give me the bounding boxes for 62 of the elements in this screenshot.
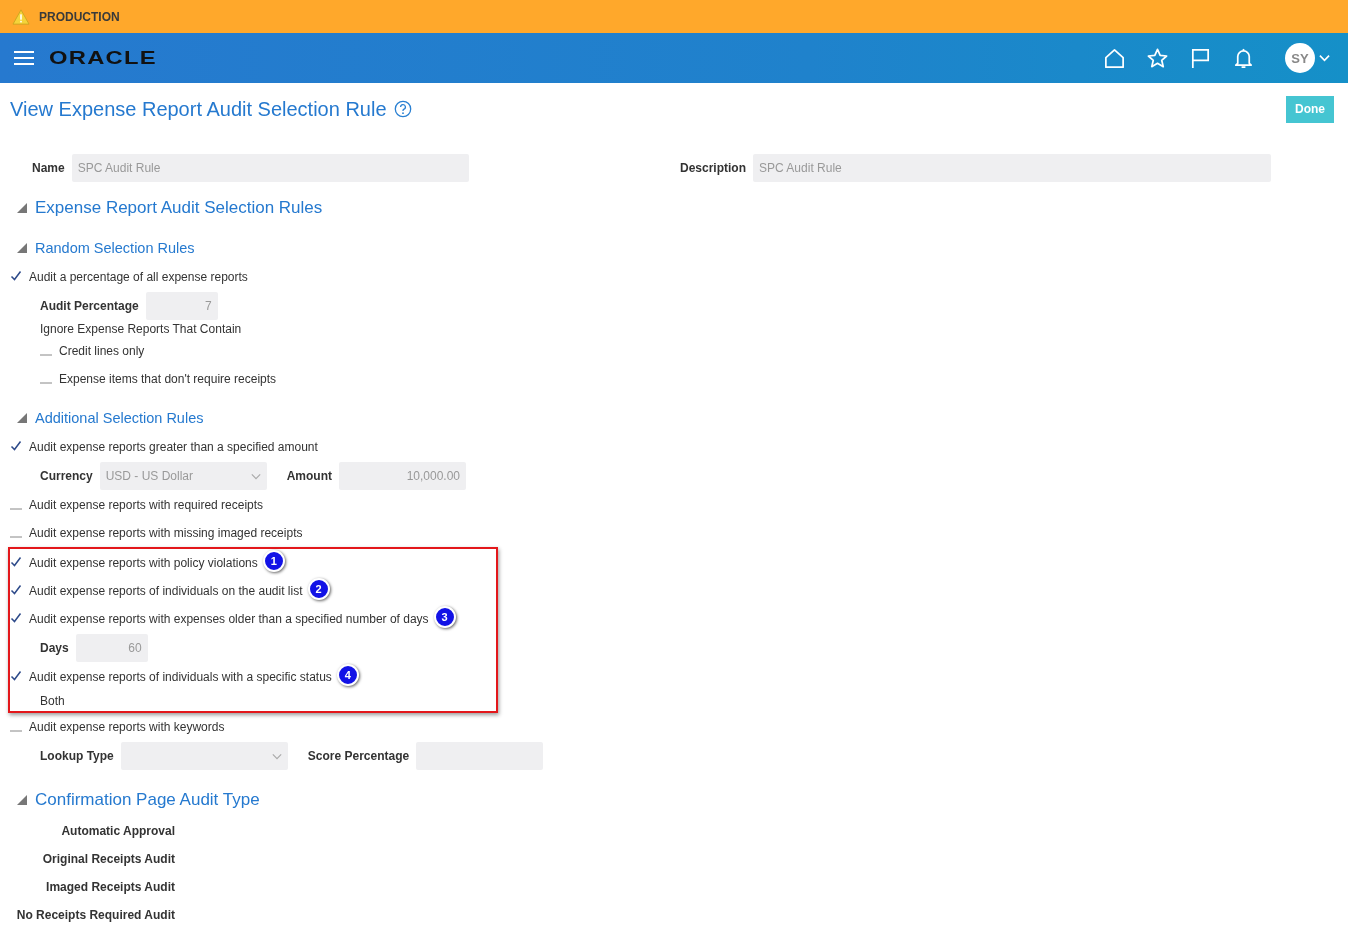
checkbox-label[interactable]: Audit expense reports with expenses older than a specified number of days xyxy=(29,612,429,626)
section-title[interactable]: Additional Selection Rules xyxy=(35,410,204,426)
checkbox-label[interactable]: Audit expense reports with required receipts xyxy=(29,498,264,512)
input-field[interactable]: 10,000.00 xyxy=(339,462,466,490)
audit-type-label: No Receipts Required Audit xyxy=(16,908,175,922)
warning-icon xyxy=(12,8,30,25)
checkbox-label[interactable]: Audit expense reports with missing imaged receipts xyxy=(29,526,303,540)
checkbox[interactable] xyxy=(10,556,22,568)
checkbox-label[interactable]: Expense items that don't require receipts xyxy=(59,372,277,386)
callout-number: 4 xyxy=(336,664,359,686)
home-icon[interactable] xyxy=(1103,46,1126,70)
checkbox[interactable] xyxy=(10,270,22,282)
expand-triangle-icon[interactable] xyxy=(17,795,27,805)
checkbox-label[interactable]: Audit a percentage of all expense reports xyxy=(29,270,248,284)
star-icon[interactable] xyxy=(1146,46,1169,70)
text-field[interactable]: SPC Audit Rule xyxy=(71,154,469,182)
select-field[interactable]: USD - US Dollar xyxy=(99,462,267,490)
field-label: Days xyxy=(40,641,69,655)
menu-icon[interactable] xyxy=(14,50,34,66)
input-field[interactable]: 7 xyxy=(145,292,218,320)
notifications-icon[interactable] xyxy=(1232,46,1255,70)
section-title[interactable]: Confirmation Page Audit Type xyxy=(35,790,260,810)
checkbox-label[interactable]: Credit lines only xyxy=(59,344,145,358)
expand-triangle-icon[interactable] xyxy=(17,413,27,423)
audit-type-label: Imaged Receipts Audit xyxy=(46,880,175,894)
checkbox[interactable] xyxy=(10,612,22,624)
field-label: Description xyxy=(680,161,746,175)
expand-triangle-icon[interactable] xyxy=(17,203,27,213)
user-avatar[interactable]: SY xyxy=(1285,43,1315,73)
checkbox-label[interactable]: Audit expense reports of individuals with a specific status xyxy=(29,670,332,684)
checkbox[interactable] xyxy=(10,584,22,596)
checkbox[interactable] xyxy=(10,670,22,682)
select-field[interactable] xyxy=(120,742,288,770)
field-label: Currency xyxy=(40,469,93,483)
checkbox[interactable] xyxy=(10,440,22,452)
audit-type-label: Original Receipts Audit xyxy=(42,852,175,866)
field-label: Name xyxy=(32,161,65,175)
callout-number: 2 xyxy=(307,578,330,600)
checkbox-label[interactable]: Audit expense reports with policy violations xyxy=(29,556,258,570)
logo[interactable]: ORACLE xyxy=(49,47,157,69)
section-title[interactable]: Random Selection Rules xyxy=(35,240,195,256)
audit-type-label: Automatic Approval xyxy=(61,824,175,838)
checkbox-label[interactable]: Audit expense reports of individuals on the audit list xyxy=(29,584,303,598)
field-label: Amount xyxy=(286,469,332,483)
chevron-down-icon[interactable] xyxy=(1319,54,1330,62)
environment-label: PRODUCTION xyxy=(39,9,120,24)
checkbox-label[interactable]: Audit expense reports with keywords xyxy=(29,720,225,734)
checkbox-label[interactable]: Audit expense reports greater than a specified amount xyxy=(29,440,318,454)
flag-icon[interactable] xyxy=(1189,46,1212,70)
page-title: View Expense Report Audit Selection Rule xyxy=(10,97,387,121)
help-icon[interactable] xyxy=(393,100,412,118)
option-text: Both xyxy=(40,694,65,708)
field-label: Audit Percentage xyxy=(40,299,139,313)
callout-number: 3 xyxy=(433,606,456,628)
callout-number: 1 xyxy=(262,550,285,572)
expand-triangle-icon[interactable] xyxy=(17,243,27,253)
input-field[interactable]: 60 xyxy=(75,634,148,662)
text-field[interactable]: SPC Audit Rule xyxy=(753,154,1271,182)
section-title[interactable]: Expense Report Audit Selection Rules xyxy=(35,198,323,218)
field-label: Score Percentage xyxy=(307,749,410,763)
option-text: Ignore Expense Reports That Contain xyxy=(40,322,242,336)
field-label: Lookup Type xyxy=(40,749,114,763)
